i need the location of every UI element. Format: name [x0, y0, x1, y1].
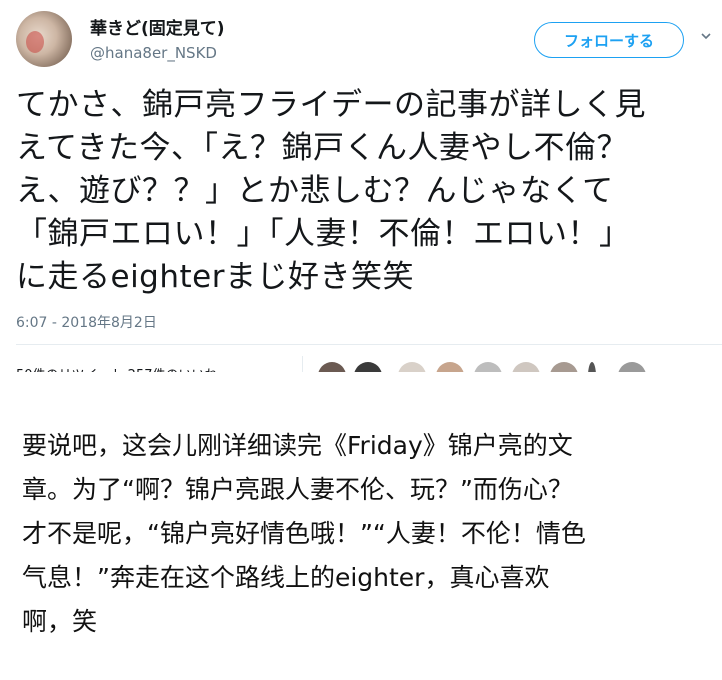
liker-avatar[interactable] [474, 362, 502, 372]
tweet-text-line: 「錦戸エロい！」「人妻！不倫！エロい！」 [16, 216, 631, 252]
liker-avatar[interactable] [398, 362, 426, 372]
tweet-text-line: え、遊び？？」とか悲しむ？んじゃなくて [16, 173, 614, 209]
liker-avatar[interactable] [588, 362, 596, 372]
translation-line: 啊，笑 [22, 607, 98, 636]
translation-line: 要说吧，这会儿刚详细读完《Friday》锦户亮的文 [22, 431, 573, 460]
liker-avatar[interactable] [512, 362, 540, 372]
translation-panel: 要说吧，这会儿刚详细读完《Friday》锦户亮的文 章。为了“啊？锦户亮跟人妻不… [0, 372, 722, 680]
liker-avatar[interactable] [354, 362, 382, 372]
tweet-text-line: えてきた今、「え？錦戸くん人妻やし不倫？ [16, 130, 629, 166]
translation-line: 章。为了“啊？锦户亮跟人妻不伦、玩？”而伤心？ [22, 475, 573, 504]
tweet-text: てかさ、錦戸亮フライデーの記事が詳しく見 えてきた今、「え？錦戸くん人妻やし不倫… [16, 84, 716, 299]
avatar[interactable] [16, 11, 72, 67]
liker-avatar[interactable] [550, 362, 578, 372]
translation-text: 要说吧，这会儿刚详细读完《Friday》锦户亮的文 章。为了“啊？锦户亮跟人妻不… [22, 424, 712, 644]
liker-avatars [318, 362, 658, 372]
tweet-timestamp[interactable]: 6:07 - 2018年8月2日 [16, 312, 157, 332]
tweet-card: 華きど(固定見て) @hana8er_NSKD フォローする てかさ、錦戸亮フラ… [0, 0, 722, 372]
tweet-text-line: てかさ、錦戸亮フライデーの記事が詳しく見 [16, 87, 646, 123]
liker-avatar[interactable] [318, 362, 346, 372]
tweet-stats[interactable]: 50件のリツイート 257件のいいね [16, 364, 218, 372]
liker-avatar[interactable] [618, 362, 646, 372]
divider [302, 356, 303, 372]
chevron-down-icon[interactable] [700, 30, 712, 42]
liker-avatar[interactable] [436, 362, 464, 372]
translation-line: 气息！”奔走在这个路线上的eighter，真心喜欢 [22, 563, 550, 592]
user-handle[interactable]: @hana8er_NSKD [90, 44, 217, 62]
display-name[interactable]: 華きど(固定見て) [90, 14, 225, 39]
follow-button[interactable]: フォローする [534, 22, 684, 58]
tweet-text-line: に走るeighterまじ好き笑笑 [16, 259, 414, 295]
divider [16, 344, 722, 345]
translation-line: 才不是呢，“锦户亮好情色哦！”“人妻！不伦！情色 [22, 519, 586, 548]
